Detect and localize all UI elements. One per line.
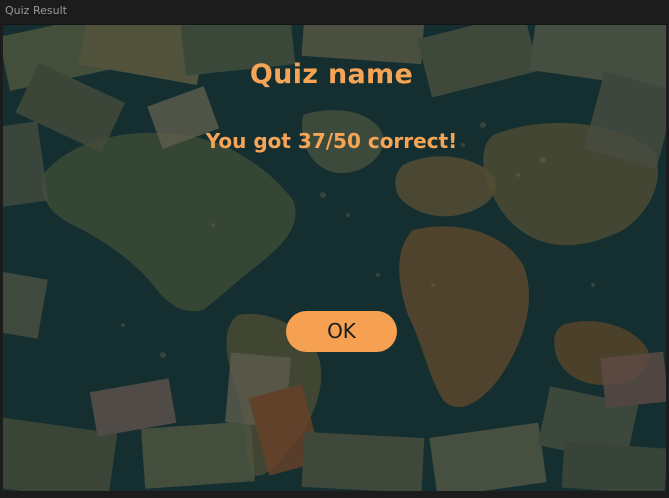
quiz-result-text: You got 37/50 correct!: [205, 129, 458, 153]
quiz-name-heading: Quiz name: [249, 59, 414, 90]
ok-button[interactable]: OK: [286, 311, 397, 352]
title-bar[interactable]: Quiz Result: [0, 0, 669, 25]
window-border-bottom: [0, 491, 669, 498]
content-area: Quiz name You got 37/50 correct! OK: [3, 25, 666, 491]
window-title: Quiz Result: [5, 4, 67, 17]
quiz-result-window: Quiz Result Quiz name You got 37/50 corr…: [0, 0, 669, 498]
background-dim-overlay: [3, 25, 666, 491]
